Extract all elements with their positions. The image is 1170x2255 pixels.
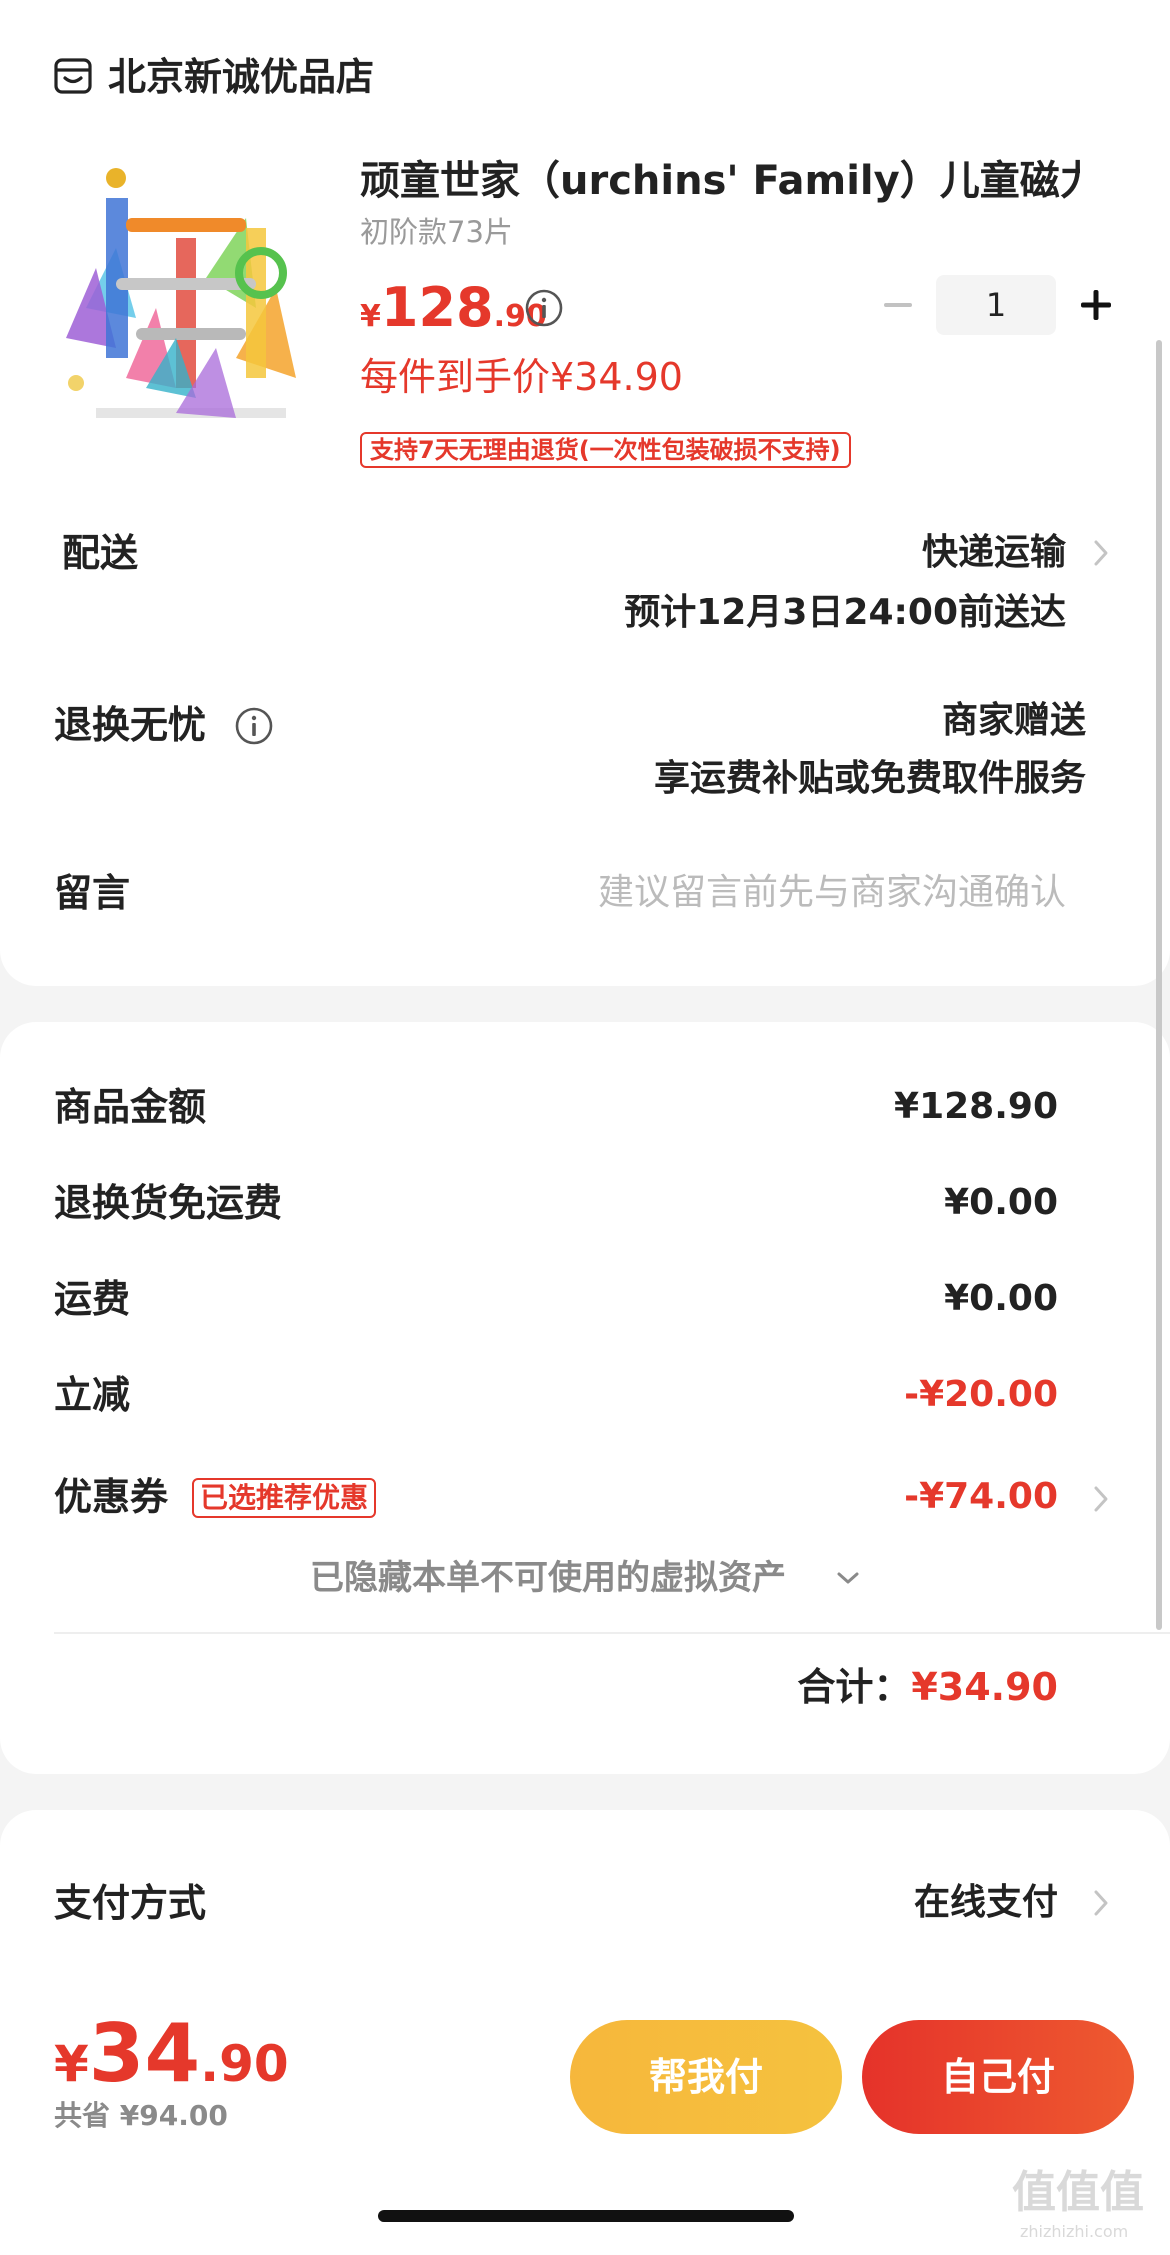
message-input[interactable] bbox=[506, 864, 1066, 920]
delivery-eta: 预计12月3日24:00前送达 bbox=[624, 592, 1066, 633]
goods-amount-label: 商品金额 bbox=[54, 1085, 207, 1129]
chevron-right-icon[interactable] bbox=[1092, 1886, 1112, 1920]
goods-amount-value: ¥128.90 bbox=[894, 1086, 1058, 1127]
help-pay-button[interactable]: 帮我付 bbox=[570, 2020, 842, 2134]
exchange-label: 退换无忧 bbox=[54, 703, 207, 747]
product-spec[interactable]: 初阶款73片 bbox=[360, 213, 513, 251]
shipping-fee-value: ¥0.00 bbox=[944, 1278, 1058, 1319]
info-icon[interactable] bbox=[234, 706, 274, 746]
payment-method-label: 支付方式 bbox=[54, 1881, 207, 1925]
total-saved: 共省 ¥94.00 bbox=[54, 2099, 228, 2132]
total-label: 合计： bbox=[797, 1665, 912, 1709]
store-icon bbox=[54, 58, 92, 94]
plus-icon[interactable] bbox=[1076, 285, 1116, 325]
price-currency: ¥ bbox=[360, 299, 381, 334]
divider bbox=[54, 1632, 1170, 1634]
coupon-value[interactable]: -¥74.00 bbox=[904, 1472, 1058, 1522]
return-policy-badge: 支持7天无理由退货(一次性包装破损不支持) bbox=[360, 432, 851, 468]
home-indicator[interactable] bbox=[378, 2210, 794, 2222]
order-item-card bbox=[0, 0, 1170, 986]
coupon-badge[interactable]: 已选推荐优惠 bbox=[192, 1478, 377, 1518]
scrollbar[interactable] bbox=[1156, 340, 1162, 1630]
delivery-label: 配送 bbox=[62, 531, 139, 575]
instant-discount-label: 立减 bbox=[54, 1373, 131, 1417]
chevron-right-icon[interactable] bbox=[1092, 536, 1112, 570]
watermark-logo: 值值值 bbox=[1012, 2167, 1144, 2218]
product-price: ¥128.90 bbox=[360, 278, 547, 351]
self-pay-button[interactable]: 自己付 bbox=[862, 2020, 1134, 2134]
chevron-right-icon[interactable] bbox=[1092, 1482, 1112, 1516]
order-total: 合计：¥34.90 bbox=[797, 1662, 1058, 1712]
exchange-detail: 享运费补贴或免费取件服务 bbox=[653, 758, 1086, 799]
payment-method-value[interactable]: 在线支付 bbox=[914, 1878, 1058, 1928]
minus-icon[interactable] bbox=[878, 285, 918, 325]
quantity-input[interactable]: 1 bbox=[936, 275, 1056, 335]
exchange-provider: 商家赠送 bbox=[941, 700, 1086, 741]
hidden-assets-toggle[interactable]: 已隐藏本单不可使用的虚拟资产 bbox=[310, 1554, 786, 1602]
exchange-free-shipping-label: 退换货免运费 bbox=[54, 1181, 283, 1225]
message-label: 留言 bbox=[54, 871, 131, 915]
shipping-fee-label: 运费 bbox=[54, 1277, 131, 1321]
product-image[interactable] bbox=[56, 158, 306, 428]
info-icon[interactable] bbox=[524, 288, 564, 328]
shop-name[interactable]: 北京新诚优品店 bbox=[108, 52, 374, 102]
watermark-url: zhizhizhi.com bbox=[1020, 2222, 1129, 2241]
checkout-decimal: .90 bbox=[200, 2035, 289, 2093]
unit-price: 每件到手价¥34.90 bbox=[360, 355, 683, 399]
coupon-label[interactable]: 优惠券 bbox=[54, 1472, 168, 1522]
checkout-integer: 34 bbox=[88, 2007, 201, 2100]
product-title[interactable]: 顽童世家（urchins' Family）儿童磁力... bbox=[360, 155, 1080, 207]
total-value: ¥34.90 bbox=[911, 1665, 1058, 1709]
instant-discount-value: -¥20.00 bbox=[904, 1374, 1058, 1415]
exchange-free-shipping-value: ¥0.00 bbox=[944, 1182, 1058, 1223]
checkout-currency: ¥ bbox=[54, 2035, 89, 2093]
delivery-method[interactable]: 快递运输 bbox=[922, 528, 1066, 578]
price-integer: 128 bbox=[380, 276, 494, 339]
chevron-down-icon[interactable] bbox=[836, 1562, 860, 1596]
